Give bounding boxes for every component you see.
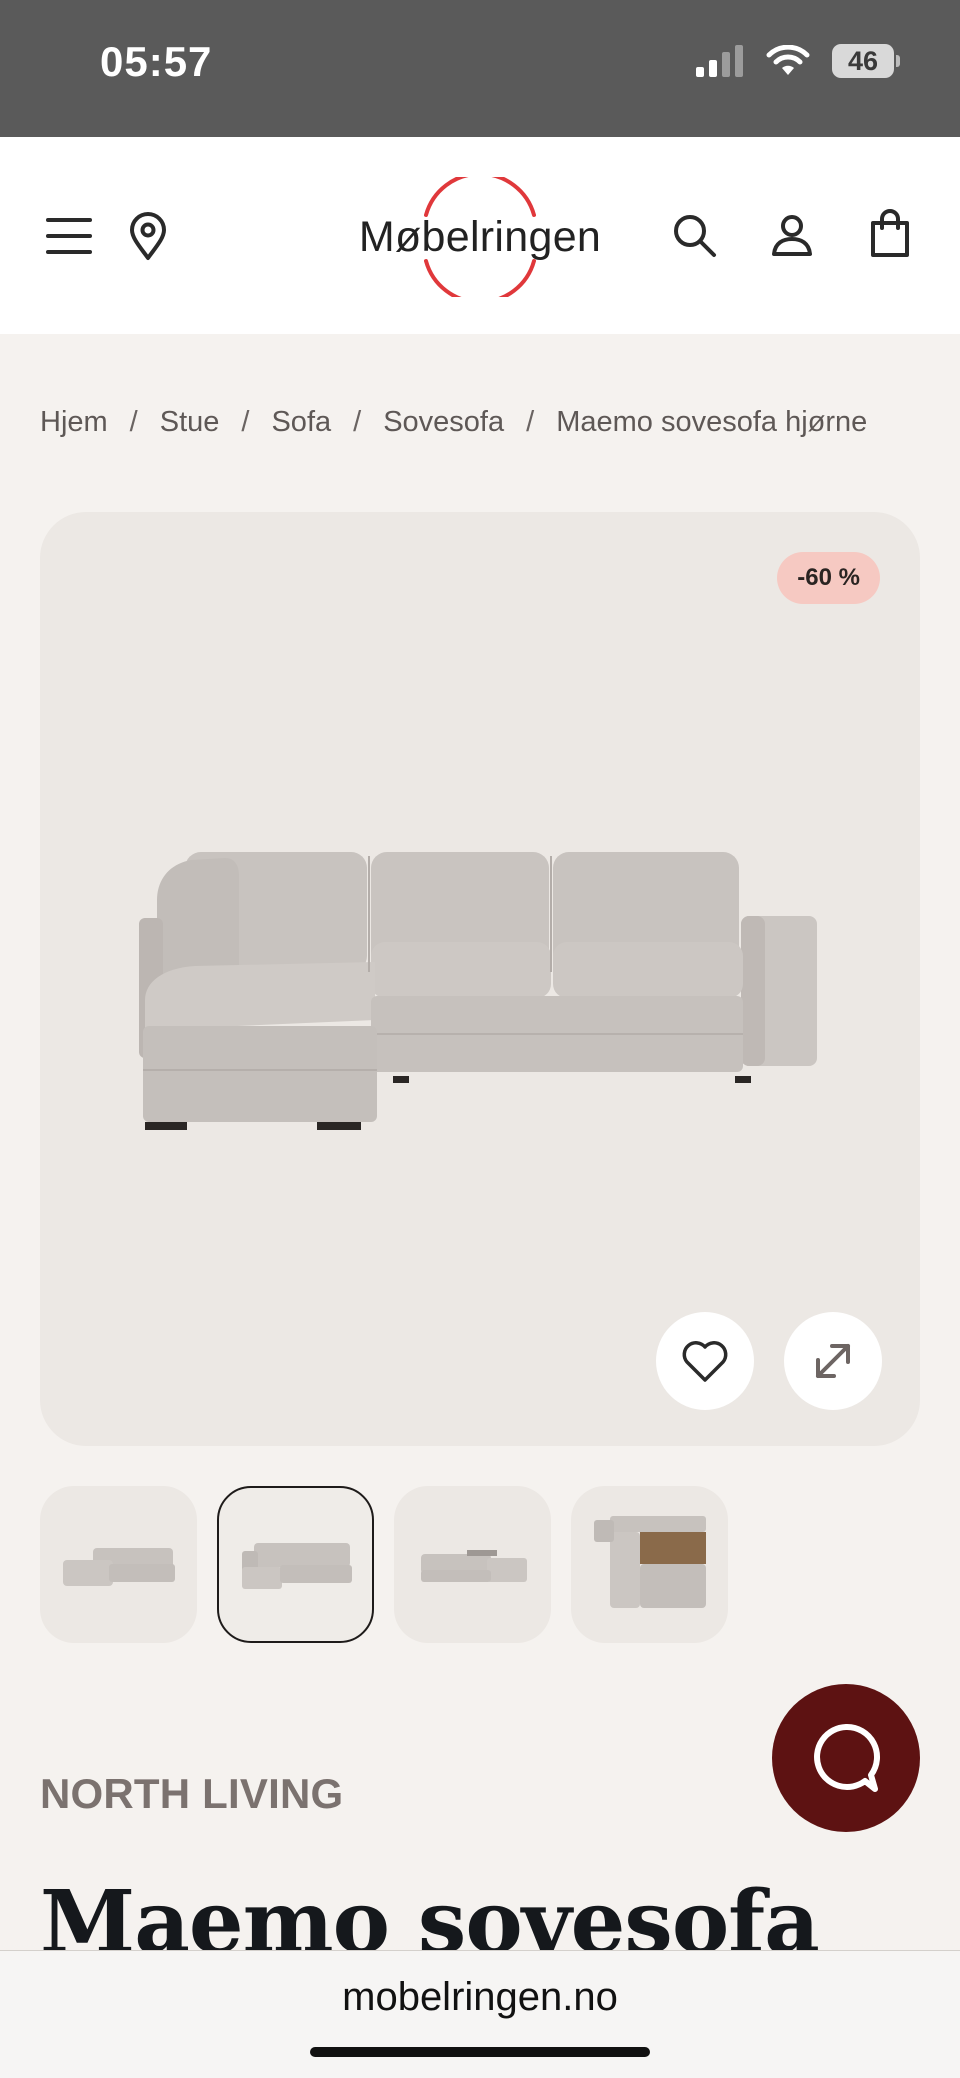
wifi-icon <box>766 45 810 75</box>
favorite-button[interactable] <box>656 1312 754 1410</box>
product-image-gallery[interactable]: -60 % <box>40 512 920 1446</box>
thumbnail-image <box>62 1547 175 1586</box>
status-time: 05:57 <box>100 38 213 85</box>
breadcrumb-separator: / <box>129 406 138 438</box>
discount-badge: -60 % <box>777 552 880 604</box>
thumbnail-2[interactable] <box>217 1486 374 1643</box>
battery-level: 46 <box>847 45 879 76</box>
user-icon <box>772 215 812 256</box>
breadcrumb-item-sovesofa[interactable]: Sovesofa <box>383 406 504 439</box>
expand-icon <box>816 1344 850 1378</box>
thumbnail-image <box>593 1515 706 1608</box>
breadcrumb-item-current: Maemo sovesofa hjørne <box>556 406 868 438</box>
thumbnail-image <box>241 1542 352 1589</box>
shopping-bag-icon <box>871 209 909 257</box>
expand-image-button[interactable] <box>784 1312 882 1410</box>
breadcrumb-separator: / <box>241 406 250 438</box>
chat-button[interactable] <box>772 1684 920 1832</box>
heart-icon <box>682 1341 728 1382</box>
thumbnail-image <box>420 1549 527 1582</box>
breadcrumb-item-stue[interactable]: Stue <box>160 406 220 439</box>
account-button[interactable] <box>766 207 818 263</box>
store-locator-button[interactable] <box>122 205 174 267</box>
home-indicator <box>310 2047 650 2057</box>
chat-icon <box>814 1723 880 1792</box>
search-icon <box>674 215 716 257</box>
status-bar: 05:57 46 <box>0 0 960 137</box>
location-pin-icon <box>130 212 166 260</box>
product-image <box>139 852 817 1130</box>
menu-icon <box>46 218 92 254</box>
site-header: Møbelringen <box>0 137 960 334</box>
thumbnail-1[interactable] <box>40 1486 197 1643</box>
browser-url-bar[interactable]: mobelringen.no <box>0 1950 960 2078</box>
breadcrumb: Hjem / Stue / Sofa / Sovesofa / Maemo so… <box>40 406 867 439</box>
battery-icon: 46 <box>832 44 900 78</box>
thumbnail-3[interactable] <box>394 1486 551 1643</box>
product-brand[interactable]: NORTH LIVING <box>40 1770 343 1818</box>
thumbnail-4[interactable] <box>571 1486 728 1643</box>
thumbnail-strip <box>40 1486 728 1643</box>
url-text[interactable]: mobelringen.no <box>0 1975 960 2020</box>
search-button[interactable] <box>668 207 720 263</box>
cart-button[interactable] <box>864 203 916 265</box>
status-icons: 46 <box>696 44 900 78</box>
breadcrumb-item-sofa[interactable]: Sofa <box>271 406 331 439</box>
signal-icon <box>696 45 743 77</box>
logo-text: Møbelringen <box>358 213 602 261</box>
menu-button[interactable] <box>40 207 98 265</box>
breadcrumb-separator: / <box>353 406 362 438</box>
site-logo[interactable]: Møbelringen <box>350 177 610 297</box>
breadcrumb-separator: / <box>526 406 535 438</box>
breadcrumb-item-hjem[interactable]: Hjem <box>40 406 108 439</box>
